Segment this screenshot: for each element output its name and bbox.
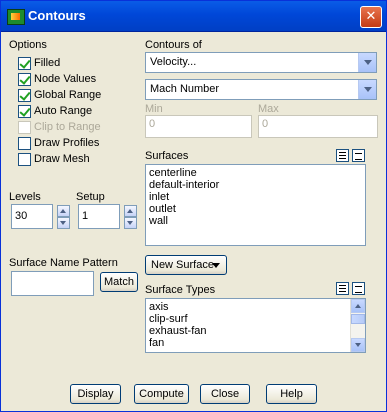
levels-label: Levels [9, 191, 41, 203]
chevron-down-icon[interactable] [358, 80, 376, 99]
checkbox-label: Filled [34, 57, 61, 69]
list-item[interactable]: exhaust-fan [146, 325, 365, 337]
surface-types-list[interactable]: axis clip-surf exhaust-fan fan [145, 298, 366, 353]
surface-types-items: axis clip-surf exhaust-fan fan [146, 301, 365, 349]
title-bar[interactable]: Contours ✕ [1, 1, 386, 32]
setup-increment-icon[interactable] [124, 205, 137, 217]
close-button[interactable]: Close [200, 384, 250, 404]
list-item[interactable]: outlet [146, 203, 365, 215]
setup-label: Setup [76, 191, 105, 203]
setup-field[interactable]: 1 [78, 204, 120, 229]
select-all-surfaces-icon[interactable] [336, 149, 349, 162]
checkbox[interactable] [18, 57, 31, 70]
close-window-button[interactable]: ✕ [360, 6, 382, 28]
surfaces-list[interactable]: centerline default-interior inlet outlet wal… [145, 164, 366, 246]
scroll-down-icon[interactable] [351, 338, 365, 352]
surfaces-heading: Surfaces [145, 150, 189, 162]
caret-down-icon [212, 263, 220, 268]
checkbox[interactable] [18, 105, 31, 118]
new-surface-button[interactable]: New Surface [145, 255, 227, 275]
checkbox[interactable] [18, 153, 31, 166]
checkbox-label: Draw Mesh [34, 153, 90, 165]
list-item[interactable]: inlet [146, 191, 365, 203]
surface-types-scrollbar[interactable] [350, 299, 365, 352]
select-all-types-icon[interactable] [336, 282, 349, 295]
app-icon [7, 9, 25, 25]
chevron-down-icon[interactable] [358, 53, 376, 72]
match-button[interactable]: Match [100, 272, 138, 292]
list-item[interactable]: wall [146, 215, 365, 227]
display-button[interactable]: Display [70, 384, 121, 404]
contours-dialog: Contours ✕ Options Filled Node Values Glob… [0, 0, 387, 412]
min-label: Min [145, 103, 163, 115]
category-value: Velocity... [150, 56, 197, 68]
checkbox[interactable] [18, 73, 31, 86]
options-heading: Options [9, 39, 47, 51]
deselect-all-types-icon[interactable] [352, 282, 365, 295]
min-field[interactable]: 0 [145, 115, 252, 138]
surface-name-pattern-label: Surface Name Pattern [9, 257, 118, 269]
compute-button[interactable]: Compute [134, 384, 189, 404]
surface-types-heading: Surface Types [145, 284, 216, 296]
checkbox-label: Global Range [34, 89, 102, 101]
setup-decrement-icon[interactable] [124, 217, 137, 229]
levels-decrement-icon[interactable] [57, 217, 70, 229]
category-dropdown[interactable]: Velocity... [145, 52, 377, 73]
scroll-thumb[interactable] [351, 314, 365, 324]
list-item[interactable]: default-interior [146, 179, 365, 191]
help-button[interactable]: Help [266, 384, 317, 404]
list-item[interactable]: centerline [146, 167, 365, 179]
new-surface-label: New Surface [151, 259, 214, 271]
checkbox-label: Clip to Range [34, 121, 101, 133]
variable-dropdown[interactable]: Mach Number [145, 79, 377, 100]
surface-name-pattern-field[interactable] [11, 271, 94, 296]
levels-field[interactable]: 30 [11, 204, 53, 229]
checkbox-label: Node Values [34, 73, 97, 85]
max-field[interactable]: 0 [258, 115, 378, 138]
variable-value: Mach Number [150, 83, 220, 95]
list-item[interactable]: clip-surf [146, 313, 365, 325]
checkbox[interactable] [18, 137, 31, 150]
list-item[interactable]: fan [146, 337, 365, 349]
checkbox-label: Auto Range [34, 105, 93, 117]
levels-increment-icon[interactable] [57, 205, 70, 217]
max-label: Max [258, 103, 279, 115]
checkbox-label: Draw Profiles [34, 137, 100, 149]
scroll-up-icon[interactable] [351, 299, 365, 313]
list-item[interactable]: axis [146, 301, 365, 313]
deselect-all-surfaces-icon[interactable] [352, 149, 365, 162]
window-title: Contours [28, 8, 86, 23]
checkbox [18, 121, 31, 134]
contours-of-heading: Contours of [145, 39, 202, 51]
checkbox[interactable] [18, 89, 31, 102]
